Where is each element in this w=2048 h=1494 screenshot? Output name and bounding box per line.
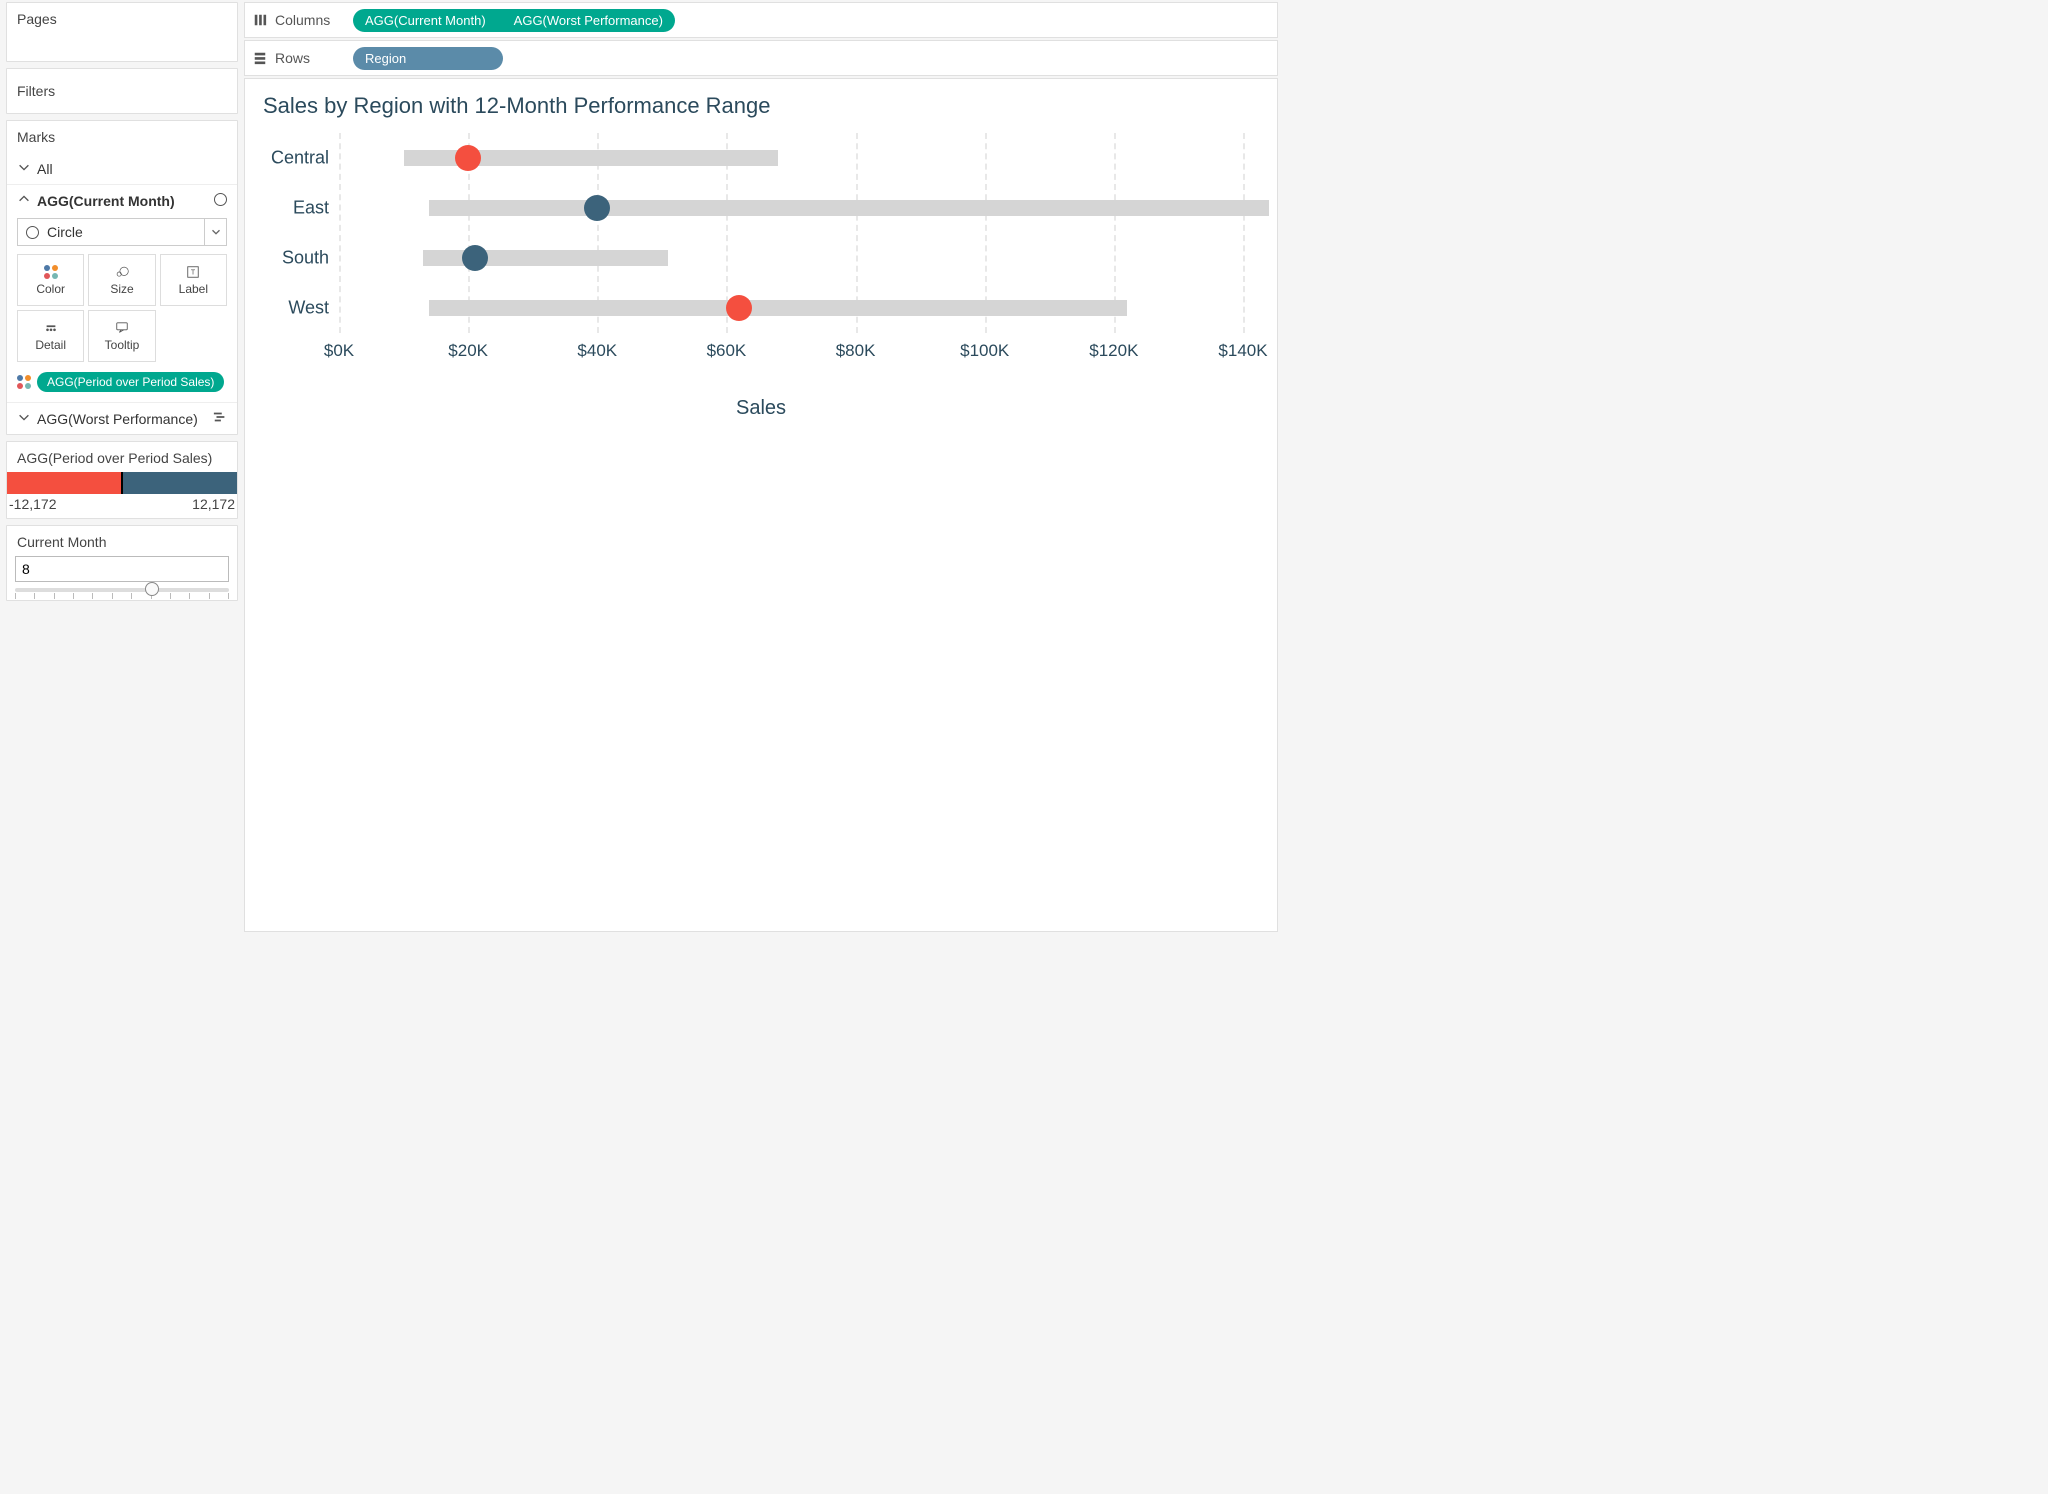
marks-worst-perf-row[interactable]: AGG(Worst Performance) (7, 402, 237, 434)
row-label: South (282, 248, 339, 269)
columns-label: Columns (275, 12, 330, 28)
marks-all-row[interactable]: All (7, 153, 237, 184)
color-icon (17, 375, 31, 389)
label-icon: T (186, 265, 200, 279)
marks-current-month-row[interactable]: AGG(Current Month) (7, 184, 237, 216)
x-tick: $40K (577, 341, 617, 361)
legend-min: -12,172 (9, 496, 56, 512)
marks-label-label: Label (179, 282, 208, 296)
chevron-down-icon (17, 160, 31, 177)
x-tick: $0K (324, 341, 354, 361)
legend-title: AGG(Period over Period Sales) (7, 442, 237, 468)
chevron-down-icon (17, 410, 31, 427)
pages-header: Pages (7, 3, 237, 35)
marks-size-cell[interactable]: Size (88, 254, 155, 306)
x-tick: $100K (960, 341, 1009, 361)
row-label: East (293, 198, 339, 219)
current-dot[interactable] (462, 245, 488, 271)
chart-row: East (339, 183, 1243, 233)
current-dot[interactable] (726, 295, 752, 321)
marks-detail-cell[interactable]: Detail (17, 310, 84, 362)
param-slider[interactable] (7, 588, 237, 600)
marks-size-label: Size (110, 282, 133, 296)
x-tick: $20K (448, 341, 488, 361)
chart-plot[interactable]: $0K$20K$40K$60K$80K$100K$120K$140KCentra… (339, 133, 1243, 361)
x-tick: $60K (707, 341, 747, 361)
legend-gradient (7, 472, 237, 494)
chart-row: South (339, 233, 1243, 283)
marks-all-label: All (37, 161, 53, 177)
param-title: Current Month (7, 526, 237, 554)
chart-row: West (339, 283, 1243, 333)
row-label: Central (271, 148, 339, 169)
marks-panel: Marks All AGG(Current Month) Circle (6, 120, 238, 435)
color-legend[interactable]: AGG(Period over Period Sales) -12,172 12… (6, 441, 238, 519)
current-dot[interactable] (584, 195, 610, 221)
marks-color-cell[interactable]: Color (17, 254, 84, 306)
size-icon (115, 265, 129, 279)
chart-row: Central (339, 133, 1243, 183)
tooltip-icon (115, 321, 129, 335)
viz-panel: Sales by Region with 12-Month Performanc… (244, 78, 1278, 932)
rows-pill-0[interactable]: Region (353, 47, 503, 70)
rows-icon (253, 51, 267, 65)
marks-color-label: Color (36, 282, 65, 296)
param-input[interactable] (15, 556, 229, 582)
x-axis-title: Sales (259, 397, 1263, 420)
pages-panel[interactable]: Pages (6, 2, 238, 62)
current-dot[interactable] (455, 145, 481, 171)
marks-detail-label: Detail (35, 338, 66, 352)
mark-type-select[interactable]: Circle (17, 218, 227, 246)
columns-shelf[interactable]: Columns AGG(Current Month) AGG(Worst Per… (244, 2, 1278, 38)
color-shelf-pill[interactable]: AGG(Period over Period Sales) (37, 372, 224, 392)
svg-text:T: T (191, 269, 196, 276)
detail-icon (44, 321, 58, 335)
filters-header: Filters (7, 75, 237, 107)
x-tick: $120K (1089, 341, 1138, 361)
filters-panel[interactable]: Filters (6, 68, 238, 114)
circle-icon (214, 193, 227, 209)
empty-cell (160, 310, 227, 362)
marks-header: Marks (7, 121, 237, 153)
range-bar[interactable] (429, 200, 1268, 216)
marks-tooltip-label: Tooltip (105, 338, 140, 352)
row-label: West (288, 298, 339, 319)
marks-label-cell[interactable]: T Label (160, 254, 227, 306)
parameter-panel: Current Month (6, 525, 238, 601)
chevron-down-icon[interactable] (204, 219, 226, 245)
marks-tooltip-cell[interactable]: Tooltip (88, 310, 155, 362)
columns-pill-0[interactable]: AGG(Current Month) (353, 9, 500, 32)
chevron-up-icon (17, 192, 31, 209)
marks-section1-label: AGG(Current Month) (37, 193, 175, 209)
gridline (1243, 133, 1245, 333)
circle-icon (26, 226, 39, 239)
gantt-icon (213, 410, 227, 427)
legend-max: 12,172 (192, 496, 235, 512)
range-bar[interactable] (423, 250, 668, 266)
x-tick: $140K (1218, 341, 1267, 361)
rows-shelf[interactable]: Rows Region (244, 40, 1278, 76)
x-tick: $80K (836, 341, 876, 361)
range-bar[interactable] (429, 300, 1126, 316)
color-icon (44, 265, 58, 279)
viz-title: Sales by Region with 12-Month Performanc… (263, 93, 1263, 119)
columns-icon (253, 13, 267, 27)
rows-label: Rows (275, 50, 310, 66)
marks-section2-label: AGG(Worst Performance) (37, 411, 198, 427)
mark-type-value: Circle (47, 224, 83, 240)
columns-pill-1[interactable]: AGG(Worst Performance) (500, 9, 675, 32)
